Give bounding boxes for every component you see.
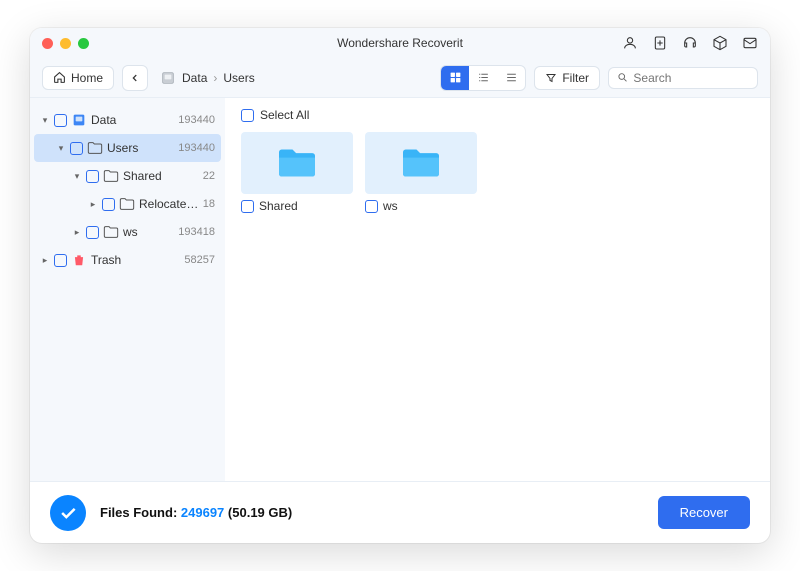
toolbar: Home Data › Users Filter — [30, 58, 770, 98]
disk-icon — [160, 70, 176, 86]
grid-view-button[interactable] — [441, 66, 469, 90]
breadcrumb-item[interactable]: Users — [223, 71, 254, 85]
files-found-label: Files Found: — [100, 505, 177, 520]
filter-button[interactable]: Filter — [534, 66, 600, 90]
window-controls — [42, 38, 89, 49]
chevron-left-icon — [130, 73, 140, 83]
home-icon — [53, 71, 66, 84]
view-toggle — [440, 65, 526, 91]
tree-checkbox[interactable] — [102, 198, 115, 211]
filter-label: Filter — [562, 71, 589, 85]
filter-icon — [545, 72, 557, 84]
folder-name-row: Shared — [241, 199, 353, 213]
list-view-button[interactable] — [497, 66, 525, 90]
expand-caret-icon[interactable]: ▾ — [40, 115, 50, 126]
trash-icon — [71, 252, 87, 268]
files-found-size: (50.19 GB) — [228, 505, 292, 520]
tree-count: 193440 — [178, 114, 215, 126]
detail-list-icon — [477, 71, 490, 84]
titlebar-actions — [622, 35, 758, 51]
select-all-label: Select All — [260, 108, 309, 122]
breadcrumb: Data › Users — [160, 70, 255, 86]
file-icon[interactable] — [652, 35, 668, 51]
expand-caret-icon[interactable]: ▸ — [40, 255, 50, 266]
folder-name-row: ws — [365, 199, 477, 213]
folder-card-ws[interactable]: ws — [365, 132, 477, 213]
expand-caret-icon[interactable]: ▾ — [72, 171, 82, 182]
detail-view-button[interactable] — [469, 66, 497, 90]
tree-row-ws[interactable]: ▸ ws 193418 — [34, 218, 221, 246]
grid-icon — [449, 71, 462, 84]
titlebar: Wondershare Recoverit — [30, 28, 770, 58]
support-icon[interactable] — [682, 35, 698, 51]
checkmark-icon — [58, 503, 78, 523]
expand-caret-icon[interactable]: ▸ — [88, 199, 98, 210]
tree-count: 58257 — [184, 254, 215, 266]
sidebar-tree: ▾ Data 193440 ▾ Users 193440 ▾ Shared 22 ▸ Relocat… — [30, 98, 225, 481]
folder-checkbox[interactable] — [241, 200, 254, 213]
tree-checkbox[interactable] — [54, 254, 67, 267]
folder-icon — [103, 225, 119, 239]
folder-name-label: ws — [383, 199, 398, 213]
tree-checkbox[interactable] — [86, 226, 99, 239]
folder-thumb — [365, 132, 477, 194]
tree-checkbox[interactable] — [70, 142, 83, 155]
tree-count: 18 — [203, 198, 215, 210]
search-input[interactable] — [633, 71, 749, 85]
mail-icon[interactable] — [742, 35, 758, 51]
tree-row-users[interactable]: ▾ Users 193440 — [34, 134, 221, 162]
folder-grid: Shared ws — [241, 132, 754, 213]
tree-row-shared[interactable]: ▾ Shared 22 — [34, 162, 221, 190]
select-all-row[interactable]: Select All — [241, 108, 754, 122]
tree-row-trash[interactable]: ▸ Trash 58257 — [34, 246, 221, 274]
tree-count: 22 — [203, 170, 215, 182]
home-label: Home — [71, 71, 103, 85]
expand-caret-icon[interactable]: ▸ — [72, 227, 82, 238]
folder-icon — [119, 197, 135, 211]
app-window: Wondershare Recoverit Home — [30, 28, 770, 543]
tree-count: 193418 — [178, 226, 215, 238]
folder-checkbox[interactable] — [365, 200, 378, 213]
tree-label: Users — [107, 141, 174, 155]
account-icon[interactable] — [622, 35, 638, 51]
folder-icon — [87, 141, 103, 155]
tree-label: ws — [123, 225, 174, 239]
tree-label: Relocated Items — [139, 197, 199, 211]
footer: Files Found: 249697 (50.19 GB) Recover — [30, 481, 770, 543]
close-window-button[interactable] — [42, 38, 53, 49]
tree-label: Data — [91, 113, 174, 127]
body: ▾ Data 193440 ▾ Users 193440 ▾ Shared 22 ▸ Relocat… — [30, 98, 770, 481]
status-complete-icon — [50, 495, 86, 531]
breadcrumb-separator: › — [213, 71, 217, 85]
tree-checkbox[interactable] — [86, 170, 99, 183]
status-text: Files Found: 249697 (50.19 GB) — [100, 505, 292, 520]
tree-row-data[interactable]: ▾ Data 193440 — [34, 106, 221, 134]
folder-icon — [399, 145, 443, 181]
list-icon — [505, 71, 518, 84]
recover-button[interactable]: Recover — [658, 496, 750, 529]
tree-checkbox[interactable] — [54, 114, 67, 127]
minimize-window-button[interactable] — [60, 38, 71, 49]
main-content: Select All Shared ws — [225, 98, 770, 481]
home-button[interactable]: Home — [42, 66, 114, 90]
folder-card-shared[interactable]: Shared — [241, 132, 353, 213]
folder-icon — [103, 169, 119, 183]
maximize-window-button[interactable] — [78, 38, 89, 49]
folder-thumb — [241, 132, 353, 194]
tree-count: 193440 — [178, 142, 215, 154]
folder-icon — [275, 145, 319, 181]
search-box[interactable] — [608, 67, 758, 89]
select-all-checkbox[interactable] — [241, 109, 254, 122]
cube-icon[interactable] — [712, 35, 728, 51]
breadcrumb-item[interactable]: Data — [182, 71, 207, 85]
files-found-count: 249697 — [181, 505, 224, 520]
expand-caret-icon[interactable]: ▾ — [56, 143, 66, 154]
search-icon — [617, 71, 628, 84]
tree-label: Trash — [91, 253, 180, 267]
tree-label: Shared — [123, 169, 199, 183]
back-button[interactable] — [122, 65, 148, 91]
tree-row-relocated-items[interactable]: ▸ Relocated Items 18 — [34, 190, 221, 218]
folder-name-label: Shared — [259, 199, 298, 213]
disk-icon — [71, 112, 87, 128]
